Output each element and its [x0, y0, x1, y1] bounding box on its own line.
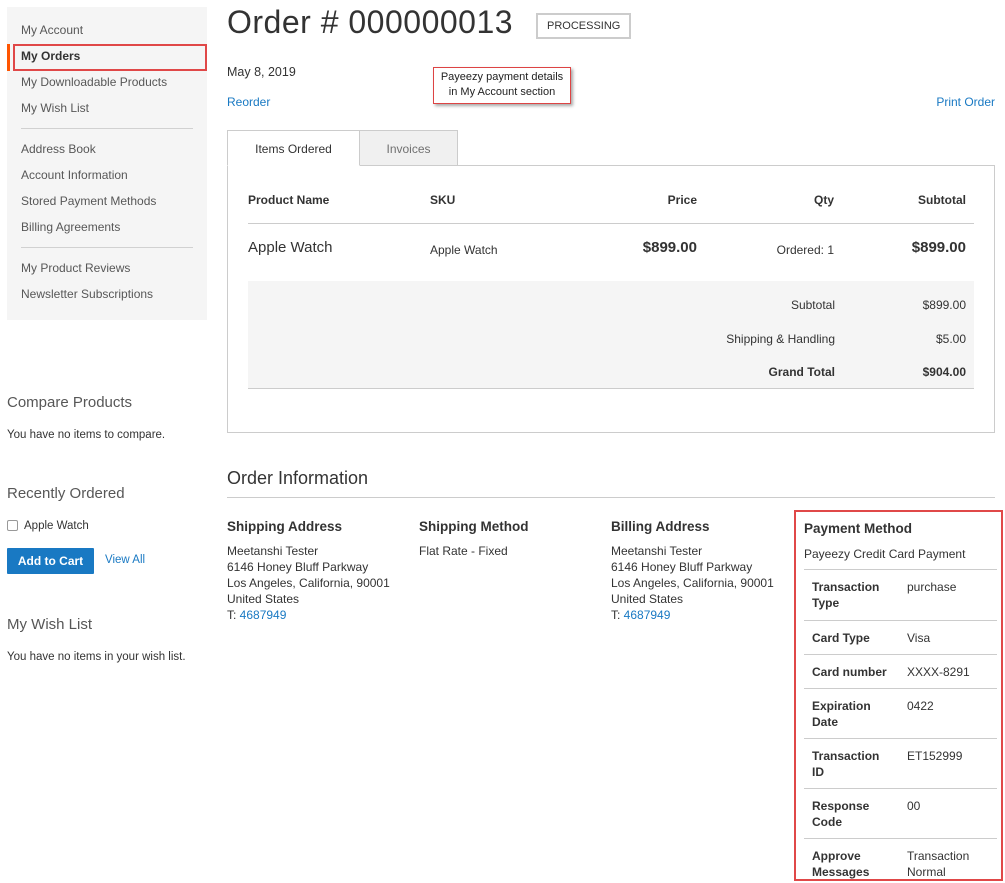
shipping-address-line: Meetanshi Tester — [227, 544, 319, 558]
payment-row-key: Card number — [812, 665, 887, 679]
totals-subtotal-value: $899.00 — [922, 298, 966, 312]
active-nav-marker — [7, 44, 10, 71]
shipping-address-block: Shipping Address Meetanshi Tester 6146 H… — [227, 519, 390, 623]
payment-row-value: ET152999 — [907, 749, 963, 763]
payment-row: Transaction Type purchase — [804, 569, 997, 620]
totals-shipping-label: Shipping & Handling — [726, 332, 835, 346]
item-sku: Apple Watch — [430, 243, 498, 257]
item-subtotal: $899.00 — [911, 239, 966, 256]
totals-shipping-value: $5.00 — [935, 332, 966, 346]
order-totals: Subtotal $899.00 Shipping & Handling $5.… — [248, 281, 974, 389]
billing-address-line: Los Angeles, California, 90001 — [611, 576, 774, 590]
payment-row-key: Transaction Type — [812, 580, 880, 610]
nav-my-wish-list[interactable]: My Wish List — [7, 95, 207, 121]
nav-divider — [21, 247, 193, 248]
payment-row-value: 00 — [907, 799, 921, 813]
payment-details-table: Transaction Type purchase Card Type Visa… — [804, 569, 997, 883]
payment-row: Transaction ID ET152999 — [804, 738, 997, 788]
nav-address-book[interactable]: Address Book — [7, 136, 207, 162]
shipping-method-value: Flat Rate - Fixed — [419, 544, 508, 558]
payment-row-value: purchase — [907, 580, 957, 594]
payment-row-key: Transaction ID — [812, 749, 880, 779]
shipping-phone-line: T: 4687949 — [227, 607, 390, 623]
tab-invoices[interactable]: Invoices — [359, 130, 458, 166]
nav-my-product-reviews[interactable]: My Product Reviews — [7, 255, 207, 281]
billing-phone-link[interactable]: 4687949 — [624, 608, 671, 622]
annotation-highlight-my-orders — [13, 44, 207, 71]
print-order-link[interactable]: Print Order — [936, 95, 995, 109]
col-header-subtotal: Subtotal — [918, 193, 966, 207]
shipping-method-title: Shipping Method — [419, 519, 529, 534]
payment-row-value: Visa — [907, 631, 931, 645]
view-all-link[interactable]: View All — [105, 554, 145, 566]
payment-method-desc: Payeezy Credit Card Payment — [804, 547, 966, 561]
payment-row: Expiration Date 0422 — [804, 688, 997, 738]
billing-address-title: Billing Address — [611, 519, 710, 534]
payment-row-value: XXXX-8291 — [907, 665, 970, 679]
shipping-address-line: United States — [227, 592, 300, 606]
payment-row-value: Transaction Normal — [907, 849, 970, 879]
nav-account-information[interactable]: Account Information — [7, 162, 207, 188]
page-title: Order # 000000013 — [227, 4, 514, 40]
item-price: $899.00 — [642, 239, 697, 256]
order-date: May 8, 2019 — [227, 65, 296, 79]
item-product-name: Apple Watch — [248, 239, 333, 256]
shipping-address-line: Los Angeles, California, 90001 — [227, 576, 390, 590]
payment-method-block: Payment Method Payeezy Credit Card Payme… — [794, 510, 1003, 881]
order-information-divider — [227, 497, 995, 498]
order-status-badge: PROCESSING — [536, 13, 632, 39]
order-information-title: Order Information — [227, 468, 369, 488]
callout-line-1: Payeezy payment details — [440, 71, 564, 83]
nav-divider — [21, 128, 193, 129]
col-header-qty: Qty — [813, 193, 834, 207]
payment-row: Card number XXXX-8291 — [804, 654, 997, 688]
wishlist-title: My Wish List — [7, 616, 93, 633]
callout-line-2: in My Account section — [448, 86, 556, 98]
items-ordered-panel: Product Name SKU Price Qty Subtotal Appl… — [227, 165, 995, 433]
billing-phone-line: T: 4687949 — [611, 607, 774, 623]
recently-ordered-item: Apple Watch — [24, 520, 89, 532]
item-qty: Ordered: 1 — [776, 243, 834, 257]
reorder-link[interactable]: Reorder — [227, 95, 270, 109]
billing-address-line: United States — [611, 592, 684, 606]
payment-row-value: 0422 — [907, 699, 934, 713]
totals-grand-total-value: $904.00 — [922, 365, 966, 379]
payment-row-key: Response Code — [812, 799, 870, 829]
compare-empty-text: You have no items to compare. — [7, 429, 166, 441]
shipping-method-block: Shipping Method Flat Rate - Fixed — [419, 519, 528, 559]
col-header-price: Price — [667, 193, 697, 207]
col-header-product: Product Name — [248, 193, 330, 207]
annotation-callout: Payeezy payment details in My Account se… — [433, 67, 571, 104]
recently-ordered-title: Recently Ordered — [7, 485, 125, 502]
payment-row: Card Type Visa — [804, 620, 997, 654]
compare-products-title: Compare Products — [7, 394, 133, 411]
wishlist-empty-text: You have no items in your wish list. — [7, 651, 186, 663]
totals-grand-total-label: Grand Total — [768, 365, 835, 379]
payment-row: Response Code 00 — [804, 788, 997, 838]
phone-prefix: T: — [227, 608, 240, 622]
nav-newsletter-subscriptions[interactable]: Newsletter Subscriptions — [7, 281, 207, 307]
tab-items-ordered[interactable]: Items Ordered — [227, 130, 360, 166]
payment-row-key: Expiration Date — [812, 699, 871, 729]
payment-row-key: Approve Messages — [812, 849, 870, 879]
nav-my-account[interactable]: My Account — [7, 17, 207, 43]
nav-stored-payment-methods[interactable]: Stored Payment Methods — [7, 188, 207, 214]
shipping-phone-link[interactable]: 4687949 — [240, 608, 287, 622]
col-header-sku: SKU — [430, 193, 456, 207]
billing-address-block: Billing Address Meetanshi Tester 6146 Ho… — [611, 519, 774, 623]
recently-ordered-checkbox[interactable] — [7, 520, 18, 531]
payment-method-title: Payment Method — [804, 521, 913, 536]
shipping-address-line: 6146 Honey Bluff Parkway — [227, 560, 369, 574]
table-header-divider — [248, 223, 974, 224]
add-to-cart-button[interactable]: Add to Cart — [7, 548, 94, 574]
nav-my-downloadable-products[interactable]: My Downloadable Products — [7, 69, 207, 95]
payment-row: Approve Messages Transaction Normal — [804, 838, 997, 883]
billing-address-line: 6146 Honey Bluff Parkway — [611, 560, 753, 574]
nav-billing-agreements[interactable]: Billing Agreements — [7, 214, 207, 240]
payment-row-key: Card Type — [812, 631, 870, 645]
shipping-address-title: Shipping Address — [227, 519, 343, 534]
totals-subtotal-label: Subtotal — [790, 298, 835, 312]
billing-address-line: Meetanshi Tester — [611, 544, 703, 558]
phone-prefix: T: — [611, 608, 624, 622]
